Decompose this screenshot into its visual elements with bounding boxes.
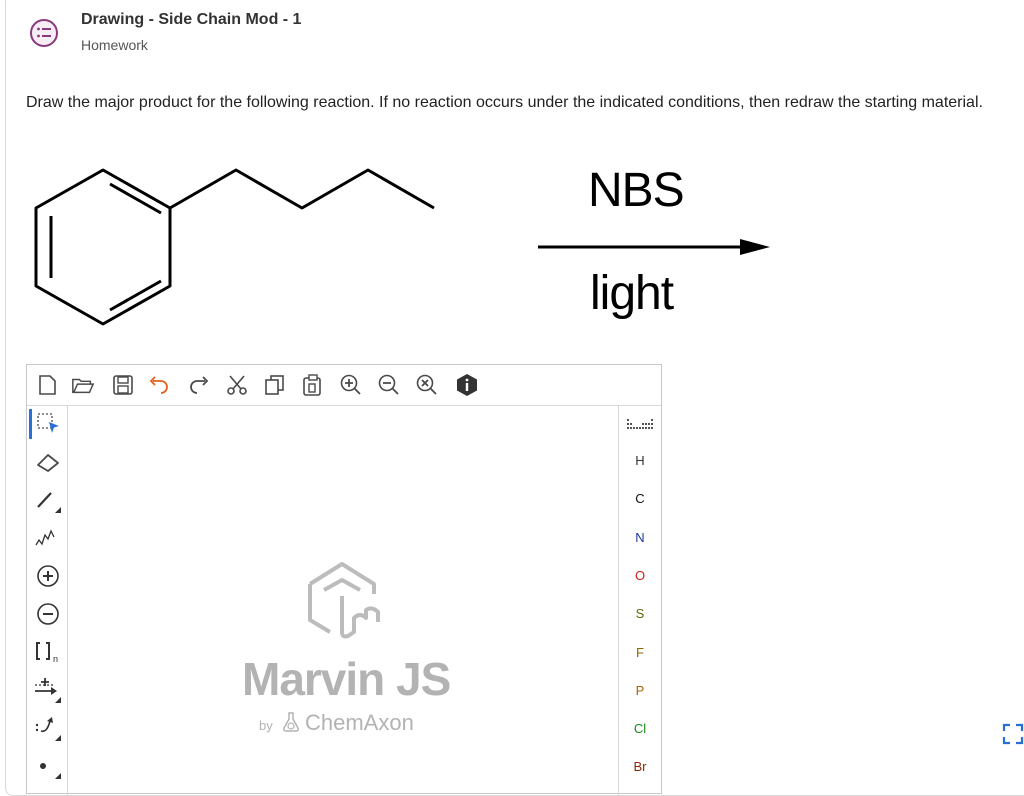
question-prompt: Draw the major product for the following… <box>26 94 983 111</box>
element-button-o[interactable]: O <box>619 568 661 583</box>
open-icon[interactable] <box>71 373 95 397</box>
element-button-p[interactable]: P <box>619 683 661 698</box>
element-symbol: F <box>636 645 644 660</box>
element-button-n[interactable]: N <box>619 530 661 545</box>
element-symbol: O <box>634 568 646 583</box>
radical-dot-icon[interactable] <box>33 751 63 781</box>
cut-icon[interactable] <box>225 373 249 397</box>
reaction-arrow-icon[interactable] <box>33 675 63 705</box>
chemaxon-flask-icon <box>282 712 299 732</box>
marvin-js-wordmark: Marvin JS <box>242 653 451 705</box>
assignment-title: Drawing - Side Chain Mod - 1 <box>81 11 302 28</box>
byline-company: ChemAxon <box>304 710 414 735</box>
periodic-table-icon[interactable] <box>619 417 661 436</box>
element-symbol: H <box>635 453 645 468</box>
copy-icon[interactable] <box>263 373 287 397</box>
element-symbol: C <box>635 491 645 506</box>
bracket-icon[interactable]: n <box>33 637 63 667</box>
element-button-f[interactable]: F <box>619 645 661 660</box>
save-icon[interactable] <box>111 373 135 397</box>
undo-icon[interactable] <box>147 373 171 397</box>
reagent-above-arrow: NBS <box>588 164 685 217</box>
chemaxon-byline: by ChemAxon <box>259 710 414 736</box>
charge-minus-icon[interactable] <box>33 599 63 629</box>
redo-icon[interactable] <box>187 373 211 397</box>
chain-icon[interactable] <box>33 523 63 553</box>
assignment-type: Homework <box>81 37 148 53</box>
bond-icon[interactable] <box>33 485 63 515</box>
svg-text:n: n <box>53 654 58 664</box>
zoom-out-icon[interactable] <box>377 373 401 397</box>
zoom-in-icon[interactable] <box>339 373 363 397</box>
fullscreen-icon[interactable] <box>1002 723 1024 745</box>
select-icon[interactable] <box>29 409 66 439</box>
element-button-cl[interactable]: Cl <box>619 721 661 736</box>
electron-flow-icon[interactable] <box>33 713 63 743</box>
erase-icon[interactable] <box>33 447 63 477</box>
drawing-canvas[interactable]: Marvin JS by ChemAxon <box>68 406 618 796</box>
element-symbol: Cl <box>633 721 647 736</box>
element-symbol: S <box>635 606 645 621</box>
reaction-arrow <box>538 239 770 255</box>
element-symbol: P <box>635 683 645 698</box>
byline-prefix: by <box>259 718 273 733</box>
editor-element-toolbar: H C N O S F P Cl Br <box>618 405 661 795</box>
info-icon[interactable] <box>455 373 479 397</box>
element-button-s[interactable]: S <box>619 606 661 621</box>
element-symbol: Br <box>633 759 647 774</box>
charge-plus-icon[interactable] <box>33 561 63 591</box>
element-symbol: N <box>635 530 645 545</box>
paste-icon[interactable] <box>301 373 325 397</box>
starting-material-structure <box>34 168 435 326</box>
editor-top-toolbar <box>27 365 661 406</box>
zoom-reset-icon[interactable] <box>415 373 439 397</box>
question-list-icon[interactable] <box>30 19 58 47</box>
element-button-c[interactable]: C <box>619 491 661 506</box>
reagent-below-arrow: light <box>590 267 674 320</box>
element-button-br[interactable]: Br <box>619 759 661 774</box>
editor-left-toolbar: n <box>27 405 68 795</box>
marvin-js-editor[interactable]: n Marvin JS by ChemAxon H C N O S F P Cl… <box>26 364 662 796</box>
new-document-icon[interactable] <box>35 373 59 397</box>
element-button-h[interactable]: H <box>619 453 661 468</box>
marvin-logo-icon <box>308 562 380 639</box>
